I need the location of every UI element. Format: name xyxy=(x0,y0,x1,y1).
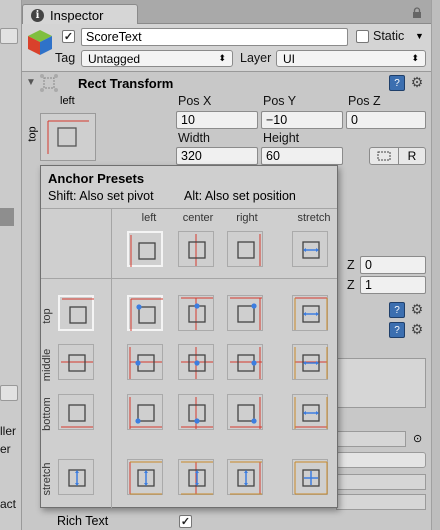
blueprint-icon xyxy=(377,151,391,161)
left-panel-button[interactable] xyxy=(0,28,18,44)
right-scrollbar[interactable] xyxy=(431,0,440,530)
anchor-preset-none-stretch[interactable] xyxy=(292,231,328,267)
help-book-icon-3[interactable]: ? xyxy=(389,322,405,338)
anchor-preset-middle-stretch[interactable] xyxy=(292,344,328,380)
anchor-preset-stretch-stretch[interactable] xyxy=(292,459,328,495)
anchor-presets-title: Anchor Presets xyxy=(48,171,145,186)
layer-value: UI xyxy=(283,51,295,66)
pos-x-field[interactable]: 10 xyxy=(176,111,258,129)
layer-dropdown[interactable]: UI ⬍ xyxy=(276,50,426,67)
anchor-presets-popup: Anchor Presets Shift: Also set pivot Alt… xyxy=(40,165,338,508)
help-book-icon-2[interactable]: ? xyxy=(389,302,405,318)
alt-hint: Alt: Also set position xyxy=(184,189,296,203)
gear-icon-2[interactable]: ⚙ xyxy=(408,301,426,317)
static-checkbox[interactable] xyxy=(356,30,369,43)
tag-value: Untagged xyxy=(88,51,141,66)
font-field[interactable] xyxy=(336,431,406,447)
static-dropdown-icon[interactable]: ▼ xyxy=(415,31,424,41)
anchor-preset-middle-left[interactable] xyxy=(127,344,163,380)
active-checkbox[interactable]: ✓ xyxy=(62,30,75,43)
scale-z-field-1[interactable]: 0 xyxy=(360,256,426,274)
left-panel-text-1: ller xyxy=(0,424,17,438)
left-panel-selected-row[interactable] xyxy=(0,208,14,226)
lock-icon[interactable] xyxy=(412,7,422,19)
pos-y-field[interactable]: −10 xyxy=(261,111,343,129)
anchor-preset-bottom-stretch[interactable] xyxy=(292,394,328,430)
anchor-preset-bottom-right[interactable] xyxy=(227,394,263,430)
anchor-preset-bottom-center[interactable] xyxy=(178,394,214,430)
left-panel-button-2[interactable] xyxy=(0,385,18,401)
width-field[interactable]: 320 xyxy=(176,147,258,165)
left-panel-text-3: act xyxy=(0,497,17,511)
row-label-top: top xyxy=(41,308,53,324)
anchor-preset-stretch-none[interactable] xyxy=(58,459,94,495)
object-picker-icon[interactable]: ⊙ xyxy=(413,432,422,445)
anchor-preset-stretch-left[interactable] xyxy=(127,459,163,495)
width-label: Width xyxy=(178,131,210,145)
anchor-preset-stretch-center[interactable] xyxy=(178,459,214,495)
help-book-icon[interactable]: ? xyxy=(389,75,405,91)
anchor-preset-top-left[interactable] xyxy=(127,295,163,331)
foldout-arrow-icon[interactable]: ▼ xyxy=(26,77,36,88)
left-panel-edge: ller er act xyxy=(0,0,22,530)
pos-z-label: Pos Z xyxy=(348,94,381,108)
rect-transform-title: Rect Transform xyxy=(78,76,174,91)
shift-hint: Shift: Also set pivot xyxy=(48,189,154,203)
row-label-middle: middle xyxy=(41,348,53,382)
height-label: Height xyxy=(263,131,300,145)
font-style-dropdown[interactable] xyxy=(336,452,426,468)
anchor-preset-none-center[interactable] xyxy=(178,231,214,267)
col-label-left: left xyxy=(141,212,157,224)
anchor-preset-middle-right[interactable] xyxy=(227,344,263,380)
row-label-stretch: stretch xyxy=(41,462,53,496)
rich-text-checkbox[interactable]: ✓ xyxy=(179,515,192,528)
rect-transform-icon xyxy=(39,74,59,95)
dropdown-arrow-icon: ⬍ xyxy=(411,53,419,63)
line-spacing-field[interactable] xyxy=(336,494,426,510)
info-icon: i xyxy=(31,8,44,22)
anchor-h-label: left xyxy=(60,95,75,107)
anchor-preset-bottom-left[interactable] xyxy=(127,394,163,430)
gear-icon-3[interactable]: ⚙ xyxy=(408,321,426,337)
dropdown-arrow-icon: ⬍ xyxy=(218,53,226,63)
height-field[interactable]: 60 xyxy=(261,147,343,165)
tab-inspector-label: Inspector xyxy=(50,7,104,23)
raw-edit-button[interactable]: R xyxy=(398,147,426,165)
col-label-right: right xyxy=(236,212,258,224)
anchor-preset-bottom-none[interactable] xyxy=(58,394,94,430)
static-label: Static xyxy=(373,29,405,43)
scale-z-label-2: Z xyxy=(347,278,355,292)
font-size-field[interactable] xyxy=(336,474,426,490)
anchor-preset-top-stretch[interactable] xyxy=(292,295,328,331)
col-label-stretch: stretch xyxy=(297,212,331,224)
tab-inspector[interactable]: i Inspector xyxy=(22,4,138,25)
anchor-preset-middle-center[interactable] xyxy=(178,344,214,380)
anchor-preset-stretch-right[interactable] xyxy=(227,459,263,495)
rich-text-label: Rich Text xyxy=(57,514,109,528)
tag-dropdown[interactable]: Untagged ⬍ xyxy=(81,50,233,67)
left-panel-text-2: er xyxy=(0,442,11,456)
pos-x-label: Pos X xyxy=(178,94,212,108)
scale-z-label-1: Z xyxy=(347,258,355,272)
layer-label: Layer xyxy=(240,51,272,65)
col-label-center: center xyxy=(182,212,214,224)
object-name-field[interactable]: ScoreText xyxy=(81,28,348,46)
anchor-preset-top-right[interactable] xyxy=(227,295,263,331)
anchor-preset-middle-none[interactable] xyxy=(58,344,94,380)
gear-icon[interactable]: ⚙ xyxy=(408,74,426,90)
anchor-preset-top-center[interactable] xyxy=(178,295,214,331)
anchor-v-label: top xyxy=(26,126,39,142)
anchor-preset-button[interactable] xyxy=(40,113,96,161)
blueprint-mode-button[interactable] xyxy=(369,147,399,165)
row-label-bottom: bottom xyxy=(41,397,53,431)
pos-z-field[interactable]: 0 xyxy=(346,111,426,129)
pos-y-label: Pos Y xyxy=(263,94,297,108)
anchor-preset-none-right[interactable] xyxy=(227,231,263,267)
anchor-preset-none-left[interactable] xyxy=(127,231,163,267)
anchor-preset-top-none[interactable] xyxy=(58,295,94,331)
tag-label: Tag xyxy=(55,51,76,65)
gameobject-cube-icon xyxy=(26,28,54,56)
scale-z-field-2[interactable]: 1 xyxy=(360,276,426,294)
text-area[interactable] xyxy=(336,358,426,408)
